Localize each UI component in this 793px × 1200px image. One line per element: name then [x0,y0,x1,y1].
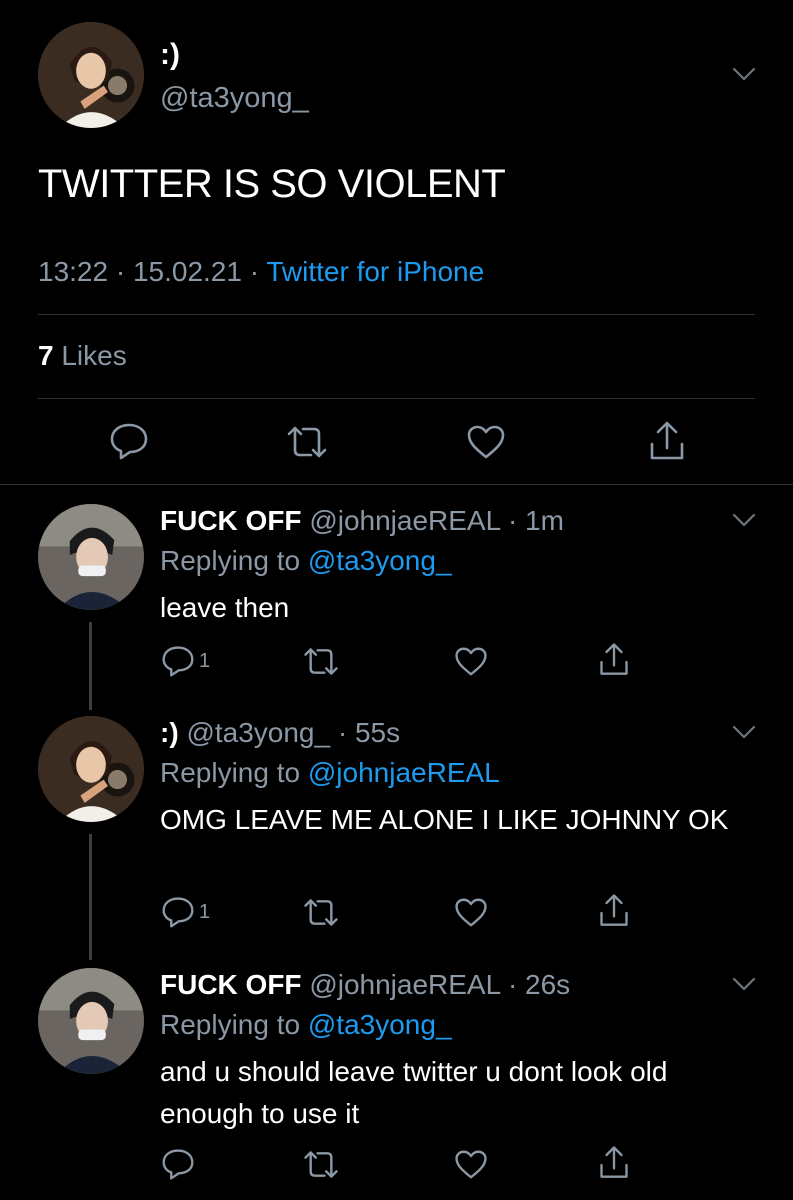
replying-prefix: Replying to [160,757,308,788]
likes-label: Likes [53,340,127,371]
divider [0,484,793,485]
like-icon[interactable] [454,1149,488,1180]
thread-line [89,834,92,960]
display-name[interactable]: FUCK OFF [160,969,302,1000]
replying-to-link[interactable]: @johnjaeREAL [308,757,500,788]
retweet-icon[interactable] [285,424,329,460]
replying-to: Replying to @ta3yong_ [160,545,452,577]
reply-icon[interactable] [108,422,150,460]
tweet-timestamp: 13:22 · 15.02.21 · [38,256,267,287]
user-handle[interactable]: @ta3yong_ [160,82,309,115]
likes-count: 7 [38,340,54,371]
divider [38,398,755,399]
thread-line [89,622,92,710]
chevron-down-icon[interactable] [732,724,756,740]
reply-count: 1 [199,650,211,672]
reply-icon[interactable] [160,1148,196,1180]
display-name[interactable]: :) [160,717,179,748]
share-icon[interactable] [648,420,686,462]
retweet-icon[interactable] [302,646,340,677]
avatar[interactable] [38,22,144,128]
avatar[interactable] [38,504,144,610]
reply-icon[interactable] [160,645,196,677]
retweet-icon[interactable] [302,897,340,928]
divider [38,314,755,315]
reply-count: 1 [199,901,211,923]
reply-text: and u should leave twitter u dont look o… [160,1056,668,1129]
replying-to-link[interactable]: @ta3yong_ [308,545,452,576]
tweet-source-link[interactable]: Twitter for iPhone [266,256,484,287]
share-icon[interactable] [598,642,630,677]
chevron-down-icon[interactable] [732,976,756,992]
user-handle[interactable]: @johnjaeREAL [309,969,500,1000]
reply-text: leave then [160,592,290,623]
retweet-icon[interactable] [302,1149,340,1180]
reply-time: · 55s [337,717,401,748]
share-icon[interactable] [598,893,630,928]
replying-to: Replying to @ta3yong_ [160,1009,452,1041]
tweet-meta: 13:22 · 15.02.21 · Twitter for iPhone [38,256,484,288]
chevron-down-icon[interactable] [732,66,756,82]
reply-header: FUCK OFF @johnjaeREAL · 26s [160,969,570,1001]
reply-header: :) @ta3yong_ · 55s [160,717,400,749]
likes-summary[interactable]: 7 Likes [38,340,127,372]
avatar[interactable] [38,968,144,1074]
reply-header: FUCK OFF @johnjaeREAL · 1m [160,505,564,537]
display-name[interactable]: :) [160,38,180,72]
tweet-text: TWITTER IS SO VIOLENT [38,162,506,206]
like-icon[interactable] [466,424,506,460]
share-icon[interactable] [598,1145,630,1180]
like-icon[interactable] [454,897,488,928]
reply-text: OMG LEAVE ME ALONE I LIKE JOHNNY OK [160,804,729,835]
display-name[interactable]: FUCK OFF [160,505,302,536]
reply-time: · 1m [507,505,564,536]
like-icon[interactable] [454,646,488,677]
user-handle[interactable]: @johnjaeREAL [309,505,500,536]
user-handle[interactable]: @ta3yong_ [186,717,330,748]
chevron-down-icon[interactable] [732,512,756,528]
replying-prefix: Replying to [160,545,308,576]
reply-icon[interactable] [160,896,196,928]
replying-prefix: Replying to [160,1009,308,1040]
avatar[interactable] [38,716,144,822]
replying-to: Replying to @johnjaeREAL [160,757,500,789]
replying-to-link[interactable]: @ta3yong_ [308,1009,452,1040]
reply-time: · 26s [507,969,571,1000]
